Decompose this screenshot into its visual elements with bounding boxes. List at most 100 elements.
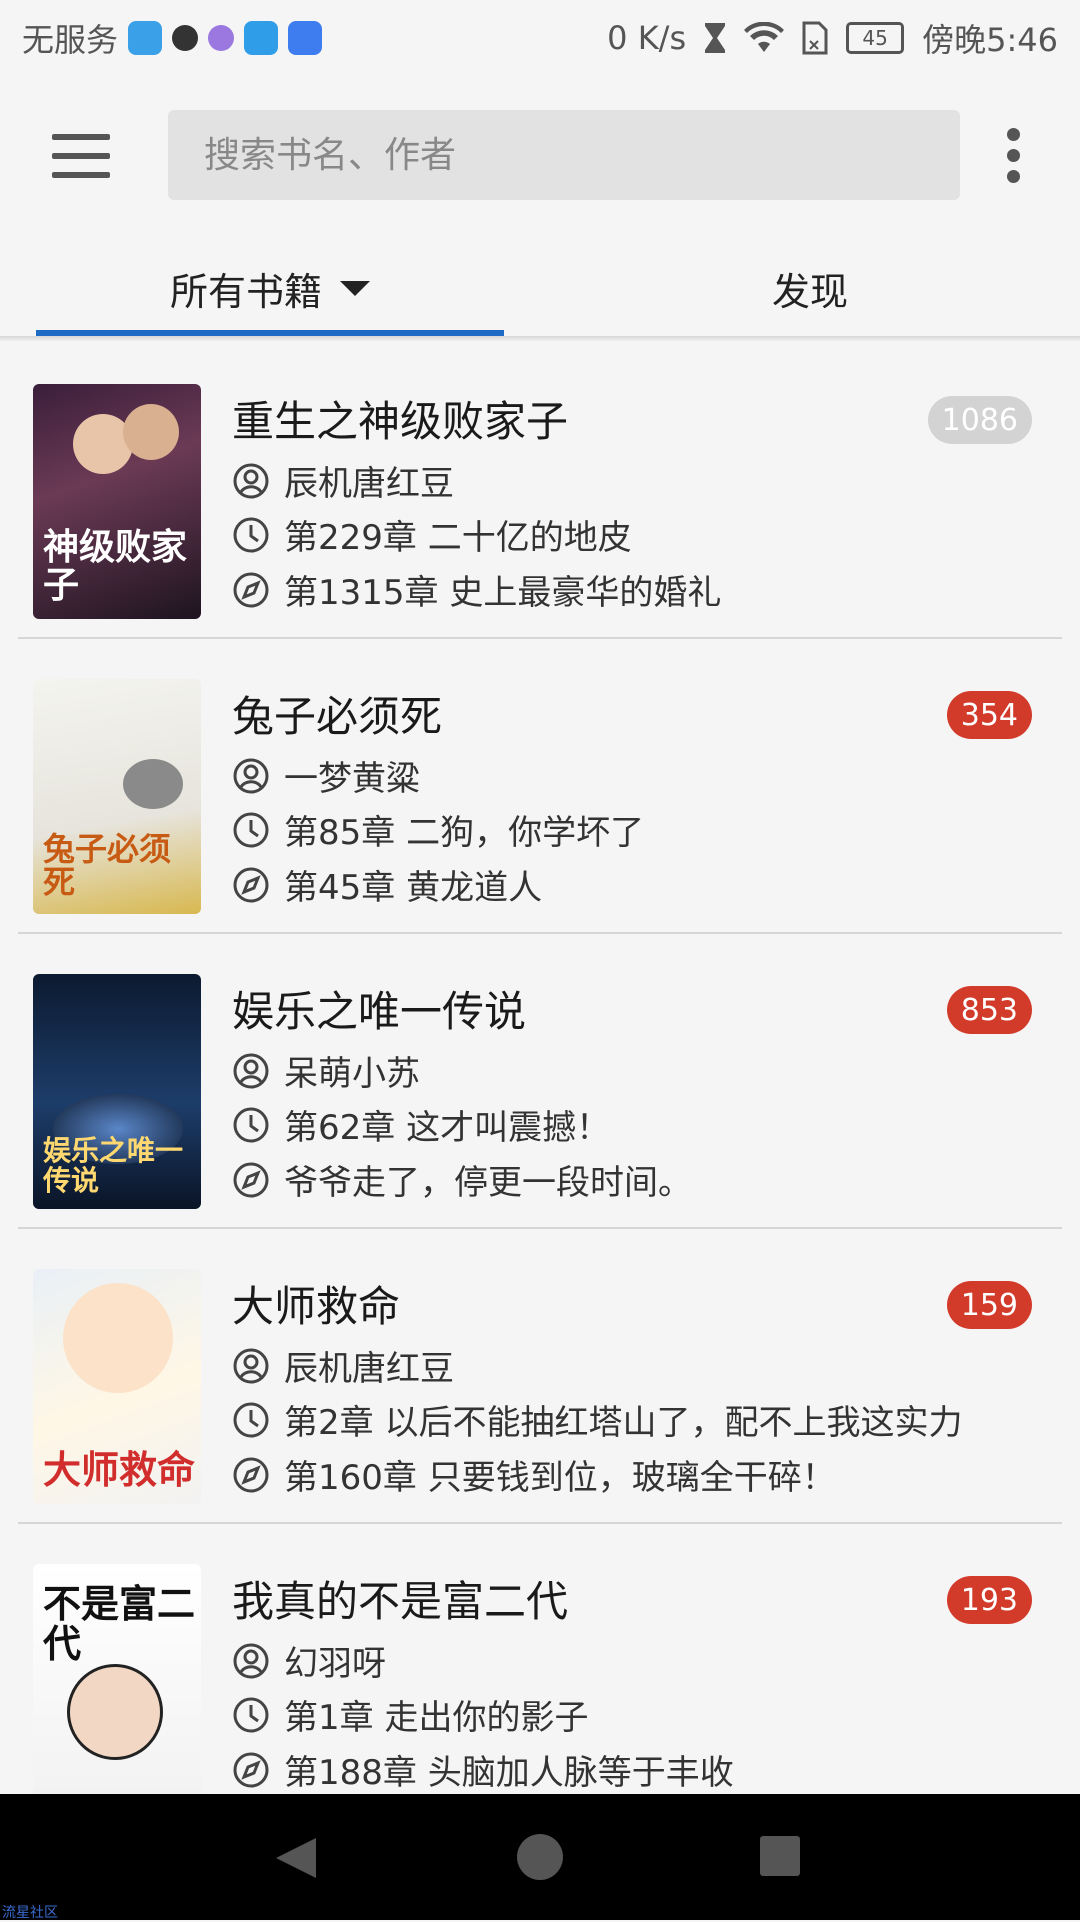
tab-bar: 所有书籍 发现 [0,240,1080,336]
author-icon [233,758,269,793]
book-item[interactable]: 兔子必须死 兔子必须死 354 一梦黄粱 第85章 二狗，你学坏了 第45章 黄… [0,639,1080,934]
menu-icon[interactable] [52,134,112,178]
book-last-read: 第1章 走出你的影子 [284,1698,589,1738]
tab-all-books-label: 所有书籍 [169,269,322,314]
recents-icon[interactable] [760,1836,800,1876]
search-bar[interactable] [168,110,960,200]
app-notification-icon [128,21,163,55]
book-last-read: 第85章 二狗，你学坏了 [284,813,645,853]
wifi-icon [744,22,785,52]
book-item[interactable]: 不是富二代 我真的不是富二代 193 幻羽呀 第1章 走出你的影子 第188章 … [0,1524,1080,1819]
tab-discover[interactable]: 发现 [540,240,1080,336]
book-list: 神级败家子 重生之神级败家子 1086 辰机唐红豆 第229章 二十亿的地皮 第… [0,344,1080,1819]
book-cover: 大师救命 [33,1269,201,1504]
book-author-row: 呆萌小苏 [232,1046,420,1095]
book-latest-row: 第45章 黄龙道人 [232,860,542,909]
clock-icon [233,1107,269,1142]
battery-icon: 45 [846,22,905,54]
baidu-icon [288,21,323,55]
status-bar-left: 无服务 [0,15,323,61]
status-bar: 无服务 0 K/s 45 傍晚5:46 [0,0,1080,76]
book-latest-row: 爷爷走了，停更一段时间。 [232,1155,692,1204]
book-cover-text: 不是富二代 [43,1581,196,1666]
book-latest-row: 第160章 只要钱到位，玻璃全干碎！ [232,1450,836,1499]
home-icon[interactable] [517,1834,563,1880]
book-title: 娱乐之唯一传说 [232,987,527,1036]
unread-count-badge: 354 [946,691,1032,739]
search-input[interactable] [202,133,926,177]
unread-count-badge: 853 [946,986,1032,1034]
battery-level: 45 [862,26,888,50]
compass-icon [233,867,269,902]
compass-icon [233,572,269,607]
book-cover-text: 兔子必须死 [43,829,172,902]
status-bar-right: 0 K/s 45 傍晚5:46 [607,15,1080,61]
mail-icon [244,21,279,55]
no-sim-icon [802,21,828,55]
book-author: 幻羽呀 [284,1644,386,1684]
clock: 傍晚5:46 [922,21,1058,59]
clock-icon [233,1402,269,1437]
watermark: 流星社区 [2,1905,58,1921]
book-author-row: 幻羽呀 [232,1636,386,1685]
book-author: 辰机唐红豆 [284,1349,454,1389]
book-lastread-row: 第62章 这才叫震撼！ [232,1100,610,1149]
dropdown-caret-icon [340,280,370,296]
compass-icon [233,1752,269,1787]
book-title: 兔子必须死 [232,692,443,741]
clock-icon [233,1697,269,1732]
carrier-text: 无服务 [22,21,119,59]
book-item[interactable]: 大师救命 大师救命 159 辰机唐红豆 第2章 以后不能抽红塔山了，配不上我这实… [0,1229,1080,1524]
system-nav-bar [0,1794,1080,1920]
book-author: 一梦黄粱 [284,759,420,799]
book-latest-chapter: 第160章 只要钱到位，玻璃全干碎！ [284,1458,836,1498]
book-latest-chapter: 第188章 头脑加人脉等于丰收 [284,1753,734,1793]
book-last-read: 第2章 以后不能抽红塔山了，配不上我这实力 [284,1403,963,1443]
book-title: 重生之神级败家子 [232,397,569,446]
book-lastread-row: 第85章 二狗，你学坏了 [232,805,644,854]
book-cover: 娱乐之唯一传说 [33,974,201,1209]
book-title: 大师救命 [232,1282,401,1331]
author-icon [233,1348,269,1383]
hourglass-icon [705,23,726,53]
toolbar [0,100,1080,212]
book-item[interactable]: 娱乐之唯一传说 娱乐之唯一传说 853 呆萌小苏 第62章 这才叫震撼！ 爷爷走… [0,934,1080,1229]
unread-count-badge: 1086 [927,396,1032,444]
book-cover: 兔子必须死 [33,679,201,914]
book-author-row: 辰机唐红豆 [232,456,454,505]
book-lastread-row: 第229章 二十亿的地皮 [232,510,632,559]
book-title: 我真的不是富二代 [232,1577,569,1626]
clock-icon [233,517,269,552]
book-cover-text: 娱乐之唯一传说 [43,1134,184,1197]
book-latest-chapter: 爷爷走了，停更一段时间。 [284,1163,692,1203]
book-last-read: 第62章 这才叫震撼！ [284,1108,611,1148]
book-latest-row: 第188章 头脑加人脉等于丰收 [232,1745,734,1794]
book-last-read: 第229章 二十亿的地皮 [284,518,632,558]
author-icon [233,1053,269,1088]
book-author-row: 辰机唐红豆 [232,1341,454,1390]
book-item[interactable]: 神级败家子 重生之神级败家子 1086 辰机唐红豆 第229章 二十亿的地皮 第… [0,344,1080,639]
book-latest-chapter: 第1315章 史上最豪华的婚礼 [284,573,722,613]
compass-icon [233,1162,269,1197]
unread-count-badge: 193 [946,1576,1032,1624]
more-options-icon[interactable] [1000,128,1028,184]
book-author-row: 一梦黄粱 [232,751,420,800]
author-icon [233,463,269,498]
compass-icon [233,1457,269,1492]
back-icon[interactable] [272,1834,320,1882]
tab-bar-shadow [0,336,1080,342]
book-cover-text: 神级败家子 [43,526,188,607]
book-author: 呆萌小苏 [284,1054,420,1094]
message-icon [208,25,235,51]
book-cover: 不是富二代 [33,1564,201,1799]
author-icon [233,1643,269,1678]
tiktok-icon [172,25,199,51]
book-latest-row: 第1315章 史上最豪华的婚礼 [232,565,721,614]
book-lastread-row: 第1章 走出你的影子 [232,1690,588,1739]
unread-count-badge: 159 [946,1281,1032,1329]
tab-discover-label: 发现 [771,269,848,314]
network-speed: 0 K/s [607,19,687,57]
clock-icon [233,812,269,847]
book-author: 辰机唐红豆 [284,464,454,504]
tab-all-books[interactable]: 所有书籍 [36,240,504,336]
